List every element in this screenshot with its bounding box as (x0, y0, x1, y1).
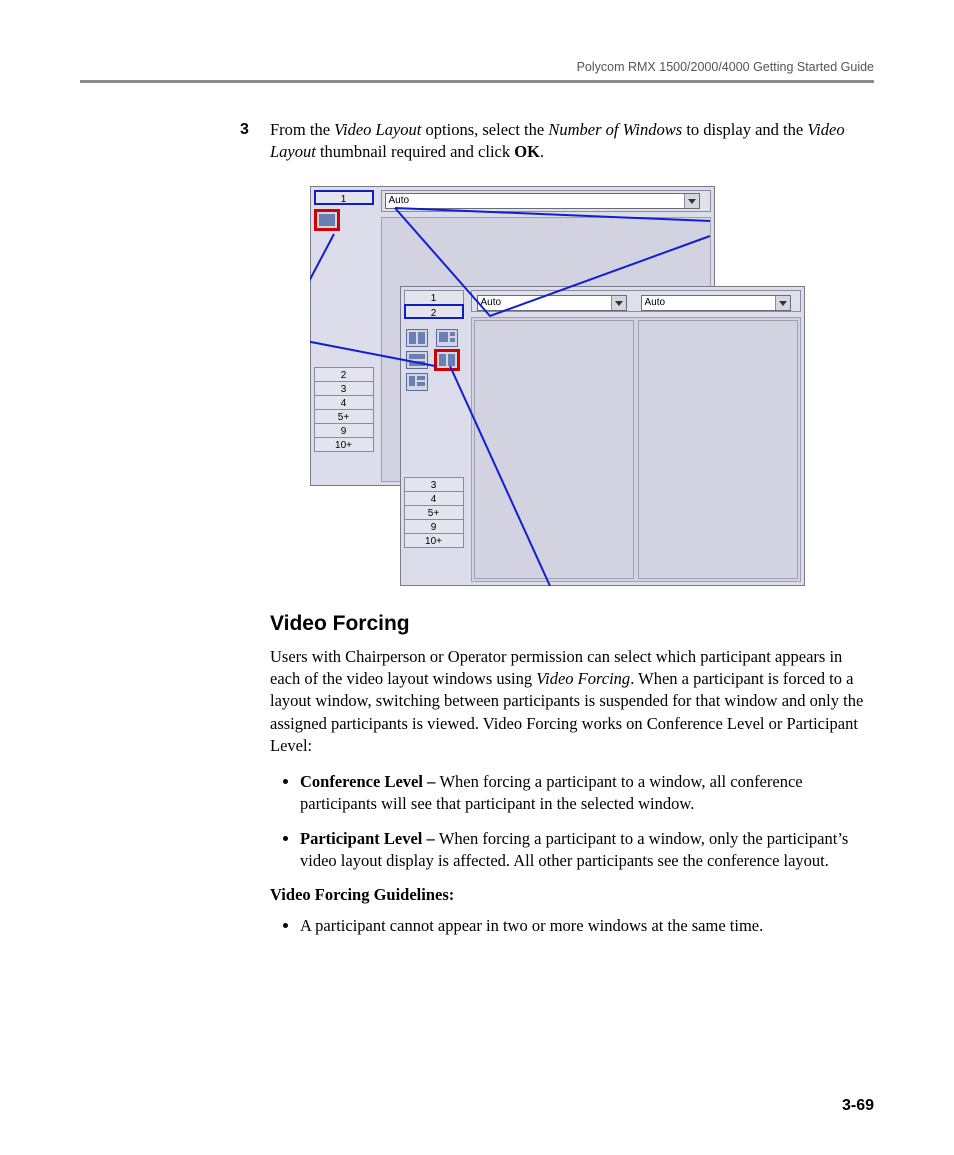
preview-toolbar: Auto (381, 190, 711, 212)
window-count-1[interactable]: 1 (314, 190, 374, 205)
layout-thumbnails (314, 209, 374, 231)
step-text: From the Video Layout options, select th… (270, 120, 845, 161)
window-count-2[interactable]: 2 (404, 304, 464, 319)
window-count-item[interactable]: 9 (404, 519, 464, 534)
list-item: Conference Level – When forcing a partic… (300, 771, 869, 816)
chevron-down-icon (684, 194, 699, 208)
window-count-item[interactable]: 3 (404, 477, 464, 492)
layout-dropdown[interactable]: Auto (477, 295, 627, 311)
window-count-item[interactable]: 1 (404, 290, 464, 305)
layout-thumb-single[interactable] (316, 211, 338, 229)
step-3: 3 From the Video Layout options, select … (270, 119, 869, 164)
preview-pane-left: Auto (474, 320, 634, 579)
layout-thumb-mix[interactable] (406, 373, 428, 391)
window-count-list-rest: 2 3 4 5+ 9 10+ (314, 367, 374, 451)
layout-thumb-2h[interactable] (406, 329, 428, 347)
window-count-item[interactable]: 5+ (404, 505, 464, 520)
layout-thumb-1plus1[interactable] (436, 329, 458, 347)
layout-preview: Auto Auto (471, 317, 801, 582)
layout-panel-double: 1 2 3 4 5+ 9 10+ (400, 286, 805, 586)
layout-dropdown[interactable]: Auto (641, 295, 791, 311)
level-list: Conference Level – When forcing a partic… (270, 771, 869, 872)
page-number: 3-69 (842, 1097, 874, 1115)
window-count-list: 1 (314, 190, 374, 204)
window-count-item[interactable]: 10+ (314, 437, 374, 452)
window-count-item[interactable]: 9 (314, 423, 374, 438)
window-count-list-rest: 3 4 5+ 9 10+ (404, 477, 464, 547)
chevron-down-icon (775, 296, 790, 310)
preview-pane-right: Auto (638, 320, 798, 579)
guidelines-list: A participant cannot appear in two or mo… (270, 915, 869, 937)
list-item: A participant cannot appear in two or mo… (300, 915, 869, 937)
window-count-item[interactable]: 5+ (314, 409, 374, 424)
layout-dropdown[interactable]: Auto (385, 193, 700, 209)
layout-thumbnails (404, 327, 464, 394)
window-count-item[interactable]: 3 (314, 381, 374, 396)
header-rule (80, 80, 874, 83)
chevron-down-icon (611, 296, 626, 310)
step-number: 3 (240, 119, 249, 141)
section-heading: Video Forcing (270, 610, 869, 638)
page-header: Polycom RMX 1500/2000/4000 Getting Start… (80, 60, 874, 74)
window-count-item[interactable]: 2 (314, 367, 374, 382)
section-intro: Users with Chairperson or Operator permi… (270, 646, 869, 757)
window-count-item[interactable]: 10+ (404, 533, 464, 548)
window-count-item[interactable]: 4 (404, 491, 464, 506)
guidelines-heading: Video Forcing Guidelines: (270, 884, 869, 906)
window-count-list: 1 2 (404, 290, 464, 318)
window-count-item[interactable]: 4 (314, 395, 374, 410)
layout-thumb-2v[interactable] (406, 351, 428, 369)
video-layout-figure: 1 2 3 4 5+ 9 10+ Auto (310, 186, 830, 586)
layout-thumb-2h-selected[interactable] (436, 351, 458, 369)
list-item: Participant Level – When forcing a parti… (300, 828, 869, 873)
